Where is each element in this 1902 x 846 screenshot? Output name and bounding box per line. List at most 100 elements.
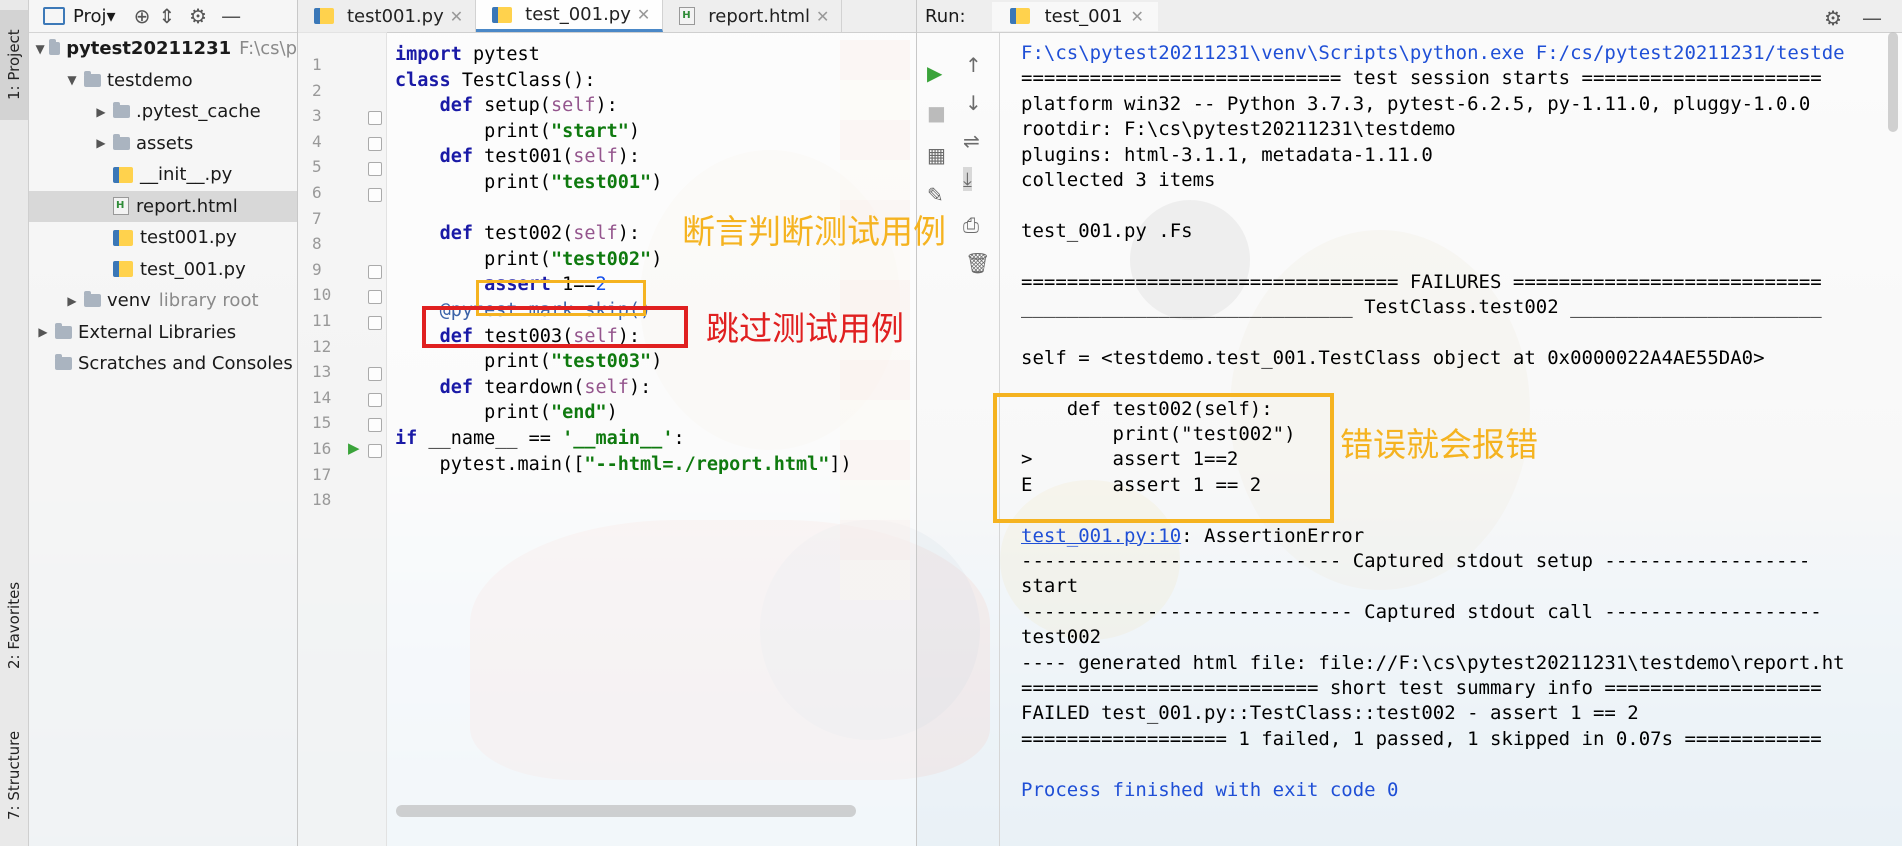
code-line[interactable]: pytest.main(["--html=./report.html"]) xyxy=(395,454,852,475)
tool-tab-favorites[interactable]: 2: Favorites xyxy=(0,570,28,680)
code-line[interactable]: print("start") xyxy=(395,121,640,142)
minimize-icon[interactable]: — xyxy=(1862,6,1882,30)
tree-item[interactable]: ▶ External Libraries xyxy=(29,317,297,348)
line-number: 15 xyxy=(312,413,332,433)
chevron-right-icon[interactable]: ▶ xyxy=(35,325,51,339)
tree-item[interactable]: __init__.py xyxy=(29,159,297,190)
favorites-tool-label: 2: Favorites xyxy=(5,581,23,669)
tree-item[interactable]: report.html xyxy=(29,190,297,222)
scroll-up-icon[interactable]: ↑ xyxy=(965,53,982,77)
pin-icon[interactable]: ✎ xyxy=(927,183,944,207)
console-line: test002 xyxy=(1021,626,1102,649)
console-line: Process finished with exit code 0 xyxy=(1021,778,1399,801)
layout-icon[interactable]: ▦ xyxy=(927,143,946,167)
tree-item-label: report.html xyxy=(136,195,238,217)
console-line: def test002(self): xyxy=(1021,397,1273,420)
code-line[interactable]: def test002(self): xyxy=(395,223,641,244)
code-line[interactable]: def teardown(self): xyxy=(395,377,652,398)
project-view-selector[interactable]: Proj▾ xyxy=(73,6,116,27)
code-line[interactable]: print("test003") xyxy=(395,351,662,372)
tool-tab-project[interactable]: 1: Project xyxy=(0,10,28,120)
fold-marker[interactable] xyxy=(368,136,382,151)
tree-item[interactable]: ▶ assets xyxy=(29,128,297,159)
code-line[interactable]: assert 1==2 xyxy=(395,274,607,295)
gear-icon[interactable]: ⚙ xyxy=(189,4,207,28)
tree-item[interactable]: ▶ .pytest_cache xyxy=(29,96,297,127)
tree-item-label: test001.py xyxy=(140,227,237,248)
tree-item[interactable]: ▶ venv library root xyxy=(29,285,297,316)
error-source-link[interactable]: test_001.py:10 xyxy=(1021,525,1181,547)
minimize-icon[interactable]: — xyxy=(221,4,241,28)
code-line[interactable]: print("test002") xyxy=(395,249,662,270)
chevron-down-icon[interactable]: ▼ xyxy=(64,73,80,87)
code-line[interactable]: import pytest xyxy=(395,44,540,65)
soft-wrap-icon[interactable]: ⇌ xyxy=(963,129,980,153)
console-scrollbar[interactable] xyxy=(1888,32,1898,132)
print-icon[interactable]: ⎙ xyxy=(963,213,979,237)
console-line: _____________________________ TestClass.… xyxy=(1021,296,1822,318)
fold-marker[interactable] xyxy=(368,444,382,458)
fold-marker[interactable] xyxy=(368,367,382,382)
close-icon[interactable]: ✕ xyxy=(450,7,463,26)
project-panel-header: Proj▾ ⊕ ⇕ ⚙ — xyxy=(29,0,297,33)
code-line[interactable]: def test003(self): xyxy=(395,326,641,347)
console-line: test_001.py .Fs xyxy=(1021,219,1193,242)
tree-item-label: test_001.py xyxy=(140,258,246,280)
locate-icon[interactable]: ⊕ xyxy=(134,4,151,28)
editor-tab[interactable]: report.html ✕ xyxy=(663,0,843,32)
collapse-all-icon[interactable]: ⇕ xyxy=(158,4,175,28)
code-line[interactable]: if __name__ == '__main__': xyxy=(395,428,685,449)
error-annotation: 错误就会报错 xyxy=(1340,425,1538,464)
assert-annotation: 断言判断测试用例 xyxy=(682,212,946,251)
fold-marker[interactable] xyxy=(368,316,382,330)
horizontal-scrollbar[interactable] xyxy=(396,805,856,817)
code-line[interactable]: print("test001") xyxy=(395,172,662,193)
console-line: ================== 1 failed, 1 passed, 1… xyxy=(1021,727,1822,750)
scroll-to-end-icon[interactable]: ⤓ xyxy=(963,167,972,191)
close-icon[interactable]: ✕ xyxy=(637,5,650,24)
tree-item-label: .pytest_cache xyxy=(136,101,261,122)
line-number: 1 xyxy=(312,55,322,74)
fold-marker[interactable] xyxy=(368,111,382,126)
stop-icon[interactable]: ■ xyxy=(927,101,946,125)
tree-item[interactable]: test001.py xyxy=(29,222,297,253)
run-panel-header: Run: test_001 ✕ ⚙ — xyxy=(917,0,1902,33)
editor-tab[interactable]: test_001.py ✕ xyxy=(476,0,664,32)
fold-marker[interactable] xyxy=(368,162,382,177)
fold-marker[interactable] xyxy=(368,418,382,433)
code-line[interactable]: def setup(self): xyxy=(395,95,618,116)
editor-tab[interactable]: test001.py ✕ xyxy=(298,0,477,32)
project-window-icon xyxy=(43,7,65,25)
code-line[interactable]: @pytest.mark.skip() xyxy=(395,300,652,321)
trash-icon[interactable]: 🗑 xyxy=(965,251,990,275)
code-line[interactable]: def test001(self): xyxy=(395,146,641,167)
fold-marker[interactable] xyxy=(368,290,382,305)
fold-marker[interactable] xyxy=(368,264,382,279)
close-icon[interactable]: ✕ xyxy=(816,7,829,26)
code-line[interactable]: class TestClass(): xyxy=(395,70,596,91)
tree-item-label: testdemo xyxy=(107,69,193,91)
tool-tab-structure[interactable]: 7: Structure xyxy=(0,720,28,830)
chevron-right-icon[interactable]: ▶ xyxy=(93,136,109,150)
console-line: > assert 1==2 xyxy=(1021,448,1239,471)
chevron-right-icon[interactable]: ▶ xyxy=(93,105,109,119)
line-number: 11 xyxy=(312,311,332,330)
tree-item[interactable]: ▼ pytest20211231 F:\cs\p xyxy=(29,33,297,64)
rerun-icon[interactable]: ▶ xyxy=(927,61,942,85)
close-icon[interactable]: ✕ xyxy=(1131,7,1144,26)
tree-item[interactable]: test_001.py xyxy=(29,254,297,285)
code-line[interactable]: print("end") xyxy=(395,402,618,423)
tree-item[interactable]: Scratches and Consoles xyxy=(29,348,297,379)
fold-marker[interactable] xyxy=(368,188,382,202)
fold-marker[interactable] xyxy=(368,392,382,407)
scroll-down-icon[interactable]: ↓ xyxy=(965,91,982,115)
python-file-icon xyxy=(314,8,334,24)
run-tab[interactable]: test_001 ✕ xyxy=(991,1,1158,31)
console-line: ----------------------------- Captured s… xyxy=(1021,600,1822,623)
run-gutter-icon[interactable]: ▶ xyxy=(348,439,360,457)
console-line: self = <testdemo.test_001.TestClass obje… xyxy=(1021,346,1765,369)
tree-item[interactable]: ▼ testdemo xyxy=(29,65,297,96)
gear-icon[interactable]: ⚙ xyxy=(1824,6,1842,30)
chevron-right-icon[interactable]: ▶ xyxy=(64,294,80,308)
chevron-down-icon[interactable]: ▼ xyxy=(35,42,45,56)
